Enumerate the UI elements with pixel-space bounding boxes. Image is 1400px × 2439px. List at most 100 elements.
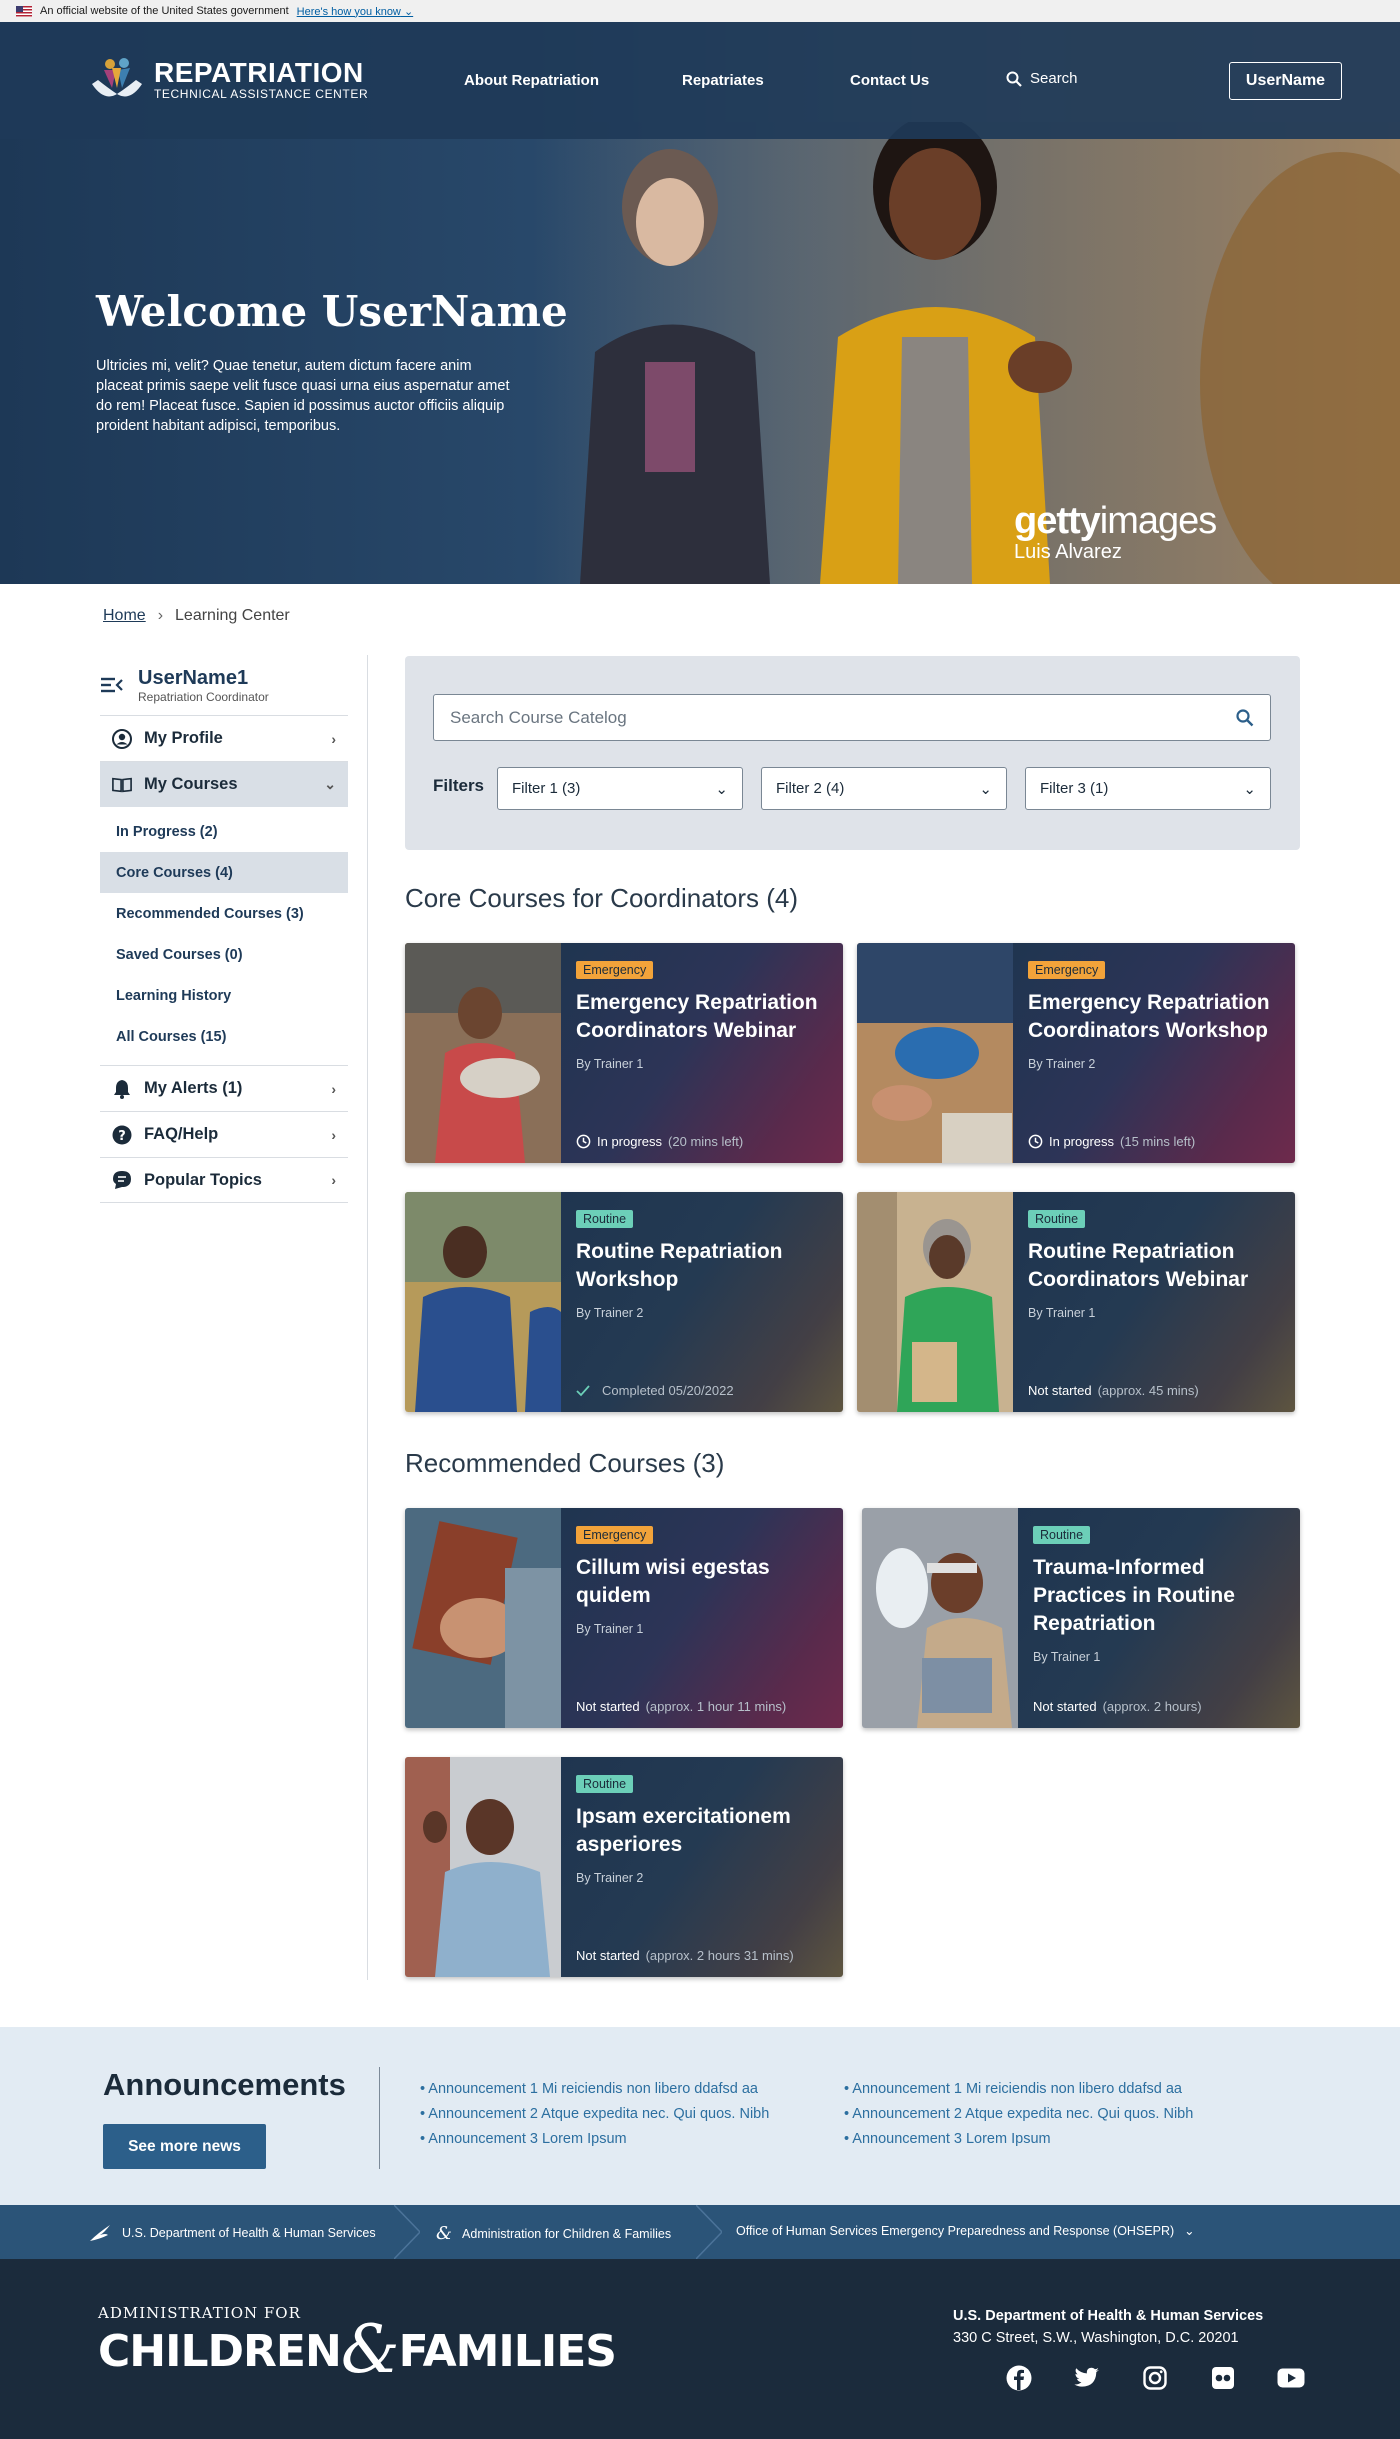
sidebar-divider <box>367 655 368 1980</box>
course-trainer: By Trainer 1 <box>1028 1306 1096 1320</box>
site-logo[interactable]: REPATRIATION TECHNICAL ASSISTANCE CENTER <box>88 54 368 106</box>
course-card[interactable]: Emergency Emergency Repatriation Coordin… <box>405 943 843 1163</box>
instagram-icon[interactable] <box>1139 2362 1171 2394</box>
nav-contact[interactable]: Contact Us <box>850 72 929 89</box>
search-icon[interactable] <box>1236 708 1254 727</box>
logo-title: REPATRIATION <box>154 57 364 88</box>
sidebar-item-my-courses[interactable]: My Courses ⌄ <box>100 761 348 807</box>
course-thumbnail <box>862 1508 1018 1728</box>
agency-acf-link[interactable]: & Administration for Children & Families <box>436 2223 671 2244</box>
site-footer: ADMINISTRATION FOR CHILDREN&FAMILIES U.S… <box>0 2259 1400 2439</box>
chevron-right-icon: › <box>331 730 336 747</box>
nav-search[interactable]: Search <box>1006 70 1078 87</box>
sidebar-link-all-courses[interactable]: All Courses (15) <box>100 1016 348 1057</box>
chevron-down-icon: ⌄ <box>1184 2224 1195 2238</box>
course-status: In progress (15 mins left) <box>1028 1134 1195 1149</box>
course-filter-panel: Search Course Catelog Filters Filter 1 (… <box>405 656 1300 850</box>
announcement-link[interactable]: • Announcement 2 Atque expedita nec. Qui… <box>420 2102 769 2127</box>
filter-2-select[interactable]: Filter 2 (4) ⌄ <box>761 767 1007 810</box>
agency-hhs-link[interactable]: U.S. Department of Health & Human Servic… <box>88 2223 376 2243</box>
svg-text:?: ? <box>118 1129 126 1144</box>
course-trainer: By Trainer 2 <box>576 1306 644 1320</box>
course-card[interactable]: Emergency Cillum wisi egestas quidem By … <box>405 1508 843 1728</box>
check-icon <box>576 1384 590 1396</box>
course-card[interactable]: Routine Ipsam exercitationem asperiores … <box>405 1757 843 1977</box>
core-courses-heading: Core Courses for Coordinators (4) <box>405 883 799 913</box>
course-card[interactable]: Routine Trauma-Informed Practices in Rou… <box>862 1508 1300 1728</box>
sidebar-link-in-progress[interactable]: In Progress (2) <box>100 811 348 852</box>
course-title: Trauma-Informed Practices in Routine Rep… <box>1033 1556 1235 1635</box>
welcome-heading: Welcome UserName <box>96 287 568 336</box>
agency-ohsepr-link[interactable]: Office of Human Services Emergency Prepa… <box>736 2223 1195 2239</box>
course-card[interactable]: Emergency Emergency Repatriation Coordin… <box>857 943 1295 1163</box>
course-status: In progress (20 mins left) <box>576 1134 743 1149</box>
chevron-down-icon: ⌄ <box>979 780 992 798</box>
sidebar-item-my-profile[interactable]: My Profile › <box>100 715 348 761</box>
see-more-news-button[interactable]: See more news <box>103 2124 266 2169</box>
recommended-courses-heading: Recommended Courses (3) <box>405 1448 725 1478</box>
agency-separator <box>696 2205 722 2259</box>
chevron-right-icon: › <box>331 1126 336 1143</box>
course-trainer: By Trainer 2 <box>1028 1057 1096 1071</box>
announcement-link[interactable]: • Announcement 1 Mi reiciendis non liber… <box>420 2077 769 2102</box>
nav-repatriates[interactable]: Repatriates <box>682 72 764 89</box>
sidebar-item-popular[interactable]: Popular Topics › <box>100 1157 348 1203</box>
sidebar-item-alerts[interactable]: My Alerts (1) › <box>100 1065 348 1111</box>
course-status: Not started (approx. 1 hour 11 mins) <box>576 1699 787 1714</box>
getty-watermark: gettyimages Luis Alvarez <box>1014 500 1217 563</box>
course-title: Ipsam exercitationem asperiores <box>576 1805 791 1856</box>
course-tag: Routine <box>1033 1526 1091 1544</box>
book-icon <box>112 775 132 795</box>
course-thumbnail <box>857 1192 1013 1412</box>
chevron-right-icon: › <box>157 607 164 624</box>
course-tag: Routine <box>576 1775 634 1793</box>
course-status: Not started (approx. 2 hours) <box>1033 1699 1202 1714</box>
sidebar-link-history[interactable]: Learning History <box>100 975 348 1016</box>
welcome-body: Ultricies mi, velit? Quae tenetur, autem… <box>96 358 510 434</box>
course-title: Cillum wisi egestas quidem <box>576 1556 770 1607</box>
course-trainer: By Trainer 1 <box>1033 1650 1101 1664</box>
course-title: Routine Repatriation Coordinators Webina… <box>1028 1240 1249 1291</box>
flickr-icon[interactable] <box>1207 2362 1239 2394</box>
logo-mark-icon <box>92 58 142 97</box>
course-title: Emergency Repatriation Coordinators Work… <box>1028 991 1270 1042</box>
announcement-link[interactable]: • Announcement 1 Mi reiciendis non liber… <box>844 2077 1193 2102</box>
filter-1-select[interactable]: Filter 1 (3) ⌄ <box>497 767 743 810</box>
course-thumbnail <box>405 1192 561 1412</box>
announcements-title: Announcements <box>103 2067 346 2102</box>
acf-logo[interactable]: ADMINISTRATION FOR CHILDREN&FAMILIES <box>98 2304 617 2383</box>
breadcrumb-home[interactable]: Home <box>103 607 146 625</box>
filter-3-select[interactable]: Filter 3 (1) ⌄ <box>1025 767 1271 810</box>
sidebar-user-name: UserName1 <box>138 667 249 689</box>
sidebar: UserName1 Repatriation Coordinator My Pr… <box>100 667 348 1203</box>
gov-banner: An official website of the United States… <box>0 0 1400 22</box>
course-card[interactable]: Routine Routine Repatriation Workshop By… <box>405 1192 843 1412</box>
sidebar-link-recommended[interactable]: Recommended Courses (3) <box>100 893 348 934</box>
course-search-input[interactable]: Search Course Catelog <box>433 694 1271 741</box>
youtube-icon[interactable] <box>1275 2362 1307 2394</box>
course-card[interactable]: Routine Routine Repatriation Coordinator… <box>857 1192 1295 1412</box>
announcement-link[interactable]: • Announcement 3 Lorem Ipsum <box>844 2127 1193 2152</box>
user-button[interactable]: UserName <box>1229 62 1342 100</box>
course-status: Not started (approx. 2 hours 31 mins) <box>576 1948 794 1963</box>
course-trainer: By Trainer 2 <box>576 1871 644 1885</box>
hhs-address-block: U.S. Department of Health & Human Servic… <box>953 2305 1263 2349</box>
course-title: Routine Repatriation Workshop <box>576 1240 783 1291</box>
course-tag: Routine <box>1028 1210 1086 1228</box>
bell-icon <box>112 1079 132 1099</box>
heres-how-you-know-link[interactable]: Here's how you know ⌄ <box>297 5 414 18</box>
sidebar-item-faq[interactable]: ? FAQ/Help › <box>100 1111 348 1157</box>
agency-bar: U.S. Department of Health & Human Servic… <box>0 2205 1400 2259</box>
sidebar-link-core-courses[interactable]: Core Courses (4) <box>100 852 348 893</box>
announcement-link[interactable]: • Announcement 3 Lorem Ipsum <box>420 2127 769 2152</box>
collapse-menu-icon[interactable] <box>100 675 124 695</box>
breadcrumb: Home › Learning Center <box>103 607 290 625</box>
facebook-icon[interactable] <box>1003 2362 1035 2394</box>
nav-about[interactable]: About Repatriation <box>464 72 599 89</box>
chat-icon <box>112 1170 132 1190</box>
announcement-link[interactable]: • Announcement 2 Atque expedita nec. Qui… <box>844 2102 1193 2127</box>
course-thumbnail <box>405 1508 561 1728</box>
course-title: Emergency Repatriation Coordinators Webi… <box>576 991 818 1042</box>
sidebar-link-saved[interactable]: Saved Courses (0) <box>100 934 348 975</box>
twitter-icon[interactable] <box>1071 2362 1103 2394</box>
